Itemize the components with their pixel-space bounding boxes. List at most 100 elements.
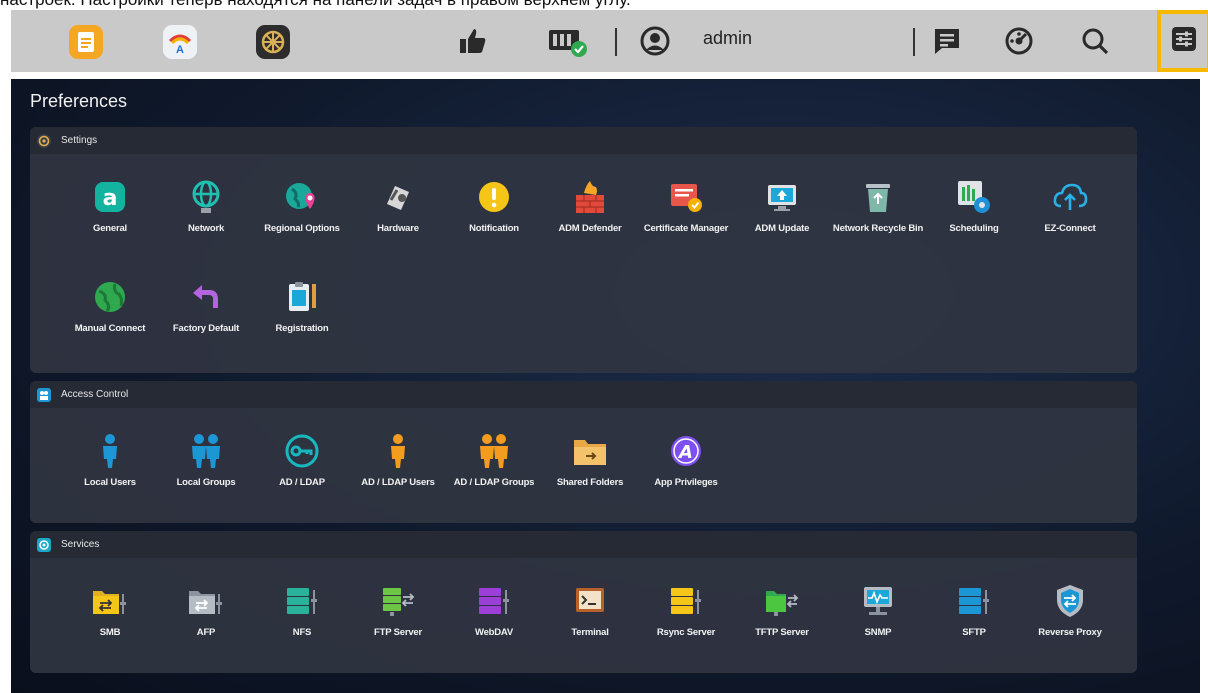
taskbar-divider	[615, 28, 617, 56]
factory-default-icon	[186, 277, 226, 317]
settings-item-network-recycle-bin[interactable]: Network Recycle Bin	[831, 177, 925, 243]
item-label: SNMP	[864, 627, 892, 638]
settings-item-hardware[interactable]: Hardware	[351, 177, 445, 243]
settings-item-adm-update[interactable]: ADM Update	[735, 177, 829, 243]
adm-defender-icon	[570, 177, 610, 217]
access-control-panel: Access Control Local Users Local Groups …	[30, 381, 1137, 523]
settings-item-network[interactable]: Network	[159, 177, 253, 243]
smb-icon	[90, 581, 130, 621]
access-item-shared-folders[interactable]: Shared Folders	[543, 431, 637, 497]
network-icon	[186, 177, 226, 217]
item-label: AD / LDAP Users	[361, 477, 435, 488]
item-label: Regional Options	[264, 223, 340, 234]
access-control-header-label: Access Control	[61, 389, 129, 400]
access-item-ad-ldap-users[interactable]: AD / LDAP Users	[351, 431, 445, 497]
settings-item-ez-connect[interactable]: EZ-Connect	[1023, 177, 1117, 243]
file-note-app-icon[interactable]	[69, 25, 103, 59]
gear-icon	[37, 133, 51, 148]
user-name[interactable]: admin	[703, 28, 752, 49]
terminal-icon	[570, 581, 610, 621]
services-icon	[37, 537, 51, 552]
preferences-icon	[1170, 25, 1198, 58]
services-item-smb[interactable]: SMB	[63, 581, 157, 647]
ad-ldap-groups-icon	[474, 431, 514, 471]
services-item-snmp[interactable]: SNMP	[831, 581, 925, 647]
ftp-server-icon	[378, 581, 418, 621]
access-item-ad-ldap-groups[interactable]: AD / LDAP Groups	[447, 431, 541, 497]
taskbar: A admin	[11, 10, 1208, 72]
access-item-local-users[interactable]: Local Users	[63, 431, 157, 497]
access-control-icon	[37, 387, 51, 402]
storage-status-icon[interactable]	[543, 24, 593, 58]
services-item-afp[interactable]: AFP	[159, 581, 253, 647]
services-item-ftp-server[interactable]: FTP Server	[351, 581, 445, 647]
regional-options-icon	[282, 177, 322, 217]
services-item-reverse-proxy[interactable]: Reverse Proxy	[1023, 581, 1117, 647]
message-icon[interactable]	[929, 24, 965, 58]
thumbs-up-icon[interactable]	[454, 24, 490, 58]
ad-ldap-users-icon	[378, 431, 418, 471]
item-label: EZ-Connect	[1044, 223, 1096, 234]
settings-header: Settings	[30, 127, 1137, 154]
services-header: Services	[30, 531, 1137, 558]
rsync-server-icon	[666, 581, 706, 621]
settings-item-factory-default[interactable]: Factory Default	[159, 277, 253, 343]
access-control-header: Access Control	[30, 381, 1137, 408]
access-item-ad-ldap[interactable]: AD / LDAP	[255, 431, 349, 497]
wheel-app-icon[interactable]	[256, 25, 290, 59]
services-item-terminal[interactable]: Terminal	[543, 581, 637, 647]
registration-icon	[282, 277, 322, 317]
settings-item-registration[interactable]: Registration	[255, 277, 349, 343]
item-label: Rsync Server	[656, 627, 716, 638]
settings-item-scheduling[interactable]: Scheduling	[927, 177, 1021, 243]
services-item-sftp[interactable]: SFTP	[927, 581, 1021, 647]
dashboard-icon[interactable]	[1001, 24, 1037, 58]
settings-header-label: Settings	[61, 135, 98, 146]
ad-ldap-icon	[282, 431, 322, 471]
settings-item-manual-connect[interactable]: Manual Connect	[63, 277, 157, 343]
preferences-window: Preferences Settings a General Network R…	[11, 79, 1200, 693]
access-item-local-groups[interactable]: Local Groups	[159, 431, 253, 497]
caption-text: настроек. Настройки теперь находятся на …	[0, 0, 1208, 9]
item-label: AFP	[196, 627, 216, 638]
services-item-nfs[interactable]: NFS	[255, 581, 349, 647]
item-label: Factory Default	[172, 323, 240, 334]
services-panel: Services SMB AFP NFS FTP Server WebDAV T…	[30, 531, 1137, 673]
item-label: Local Groups	[176, 477, 236, 488]
item-label: App Privileges	[654, 477, 718, 488]
app-central-icon[interactable]: A	[163, 25, 197, 59]
user-avatar-icon[interactable]	[637, 24, 673, 58]
services-item-tftp-server[interactable]: TFTP Server	[735, 581, 829, 647]
snmp-icon	[858, 581, 898, 621]
item-label: Certificate Manager	[643, 223, 729, 234]
item-label: General	[93, 223, 127, 234]
taskbar-divider	[913, 28, 915, 56]
item-label: AD / LDAP Groups	[453, 477, 535, 488]
preferences-button[interactable]	[1157, 10, 1208, 72]
item-label: Terminal	[571, 627, 609, 638]
search-icon[interactable]	[1077, 24, 1113, 58]
webdav-icon	[474, 581, 514, 621]
item-label: Hardware	[377, 223, 419, 234]
manual-connect-icon	[90, 277, 130, 317]
settings-item-adm-defender[interactable]: ADM Defender	[543, 177, 637, 243]
settings-item-certificate-manager[interactable]: Certificate Manager	[639, 177, 733, 243]
settings-item-general[interactable]: a General	[63, 177, 157, 243]
access-item-app-privileges[interactable]: A App Privileges	[639, 431, 733, 497]
settings-item-notification[interactable]: Notification	[447, 177, 541, 243]
item-label: Network Recycle Bin	[832, 223, 924, 234]
services-item-rsync-server[interactable]: Rsync Server	[639, 581, 733, 647]
item-label: Shared Folders	[556, 477, 624, 488]
hardware-icon	[378, 177, 418, 217]
item-label: SMB	[99, 627, 121, 638]
settings-item-regional-options[interactable]: Regional Options	[255, 177, 349, 243]
services-item-webdav[interactable]: WebDAV	[447, 581, 541, 647]
local-users-icon	[90, 431, 130, 471]
preferences-title: Preferences	[30, 91, 128, 111]
item-label: ADM Defender	[558, 223, 622, 234]
local-groups-icon	[186, 431, 226, 471]
item-label: TFTP Server	[755, 627, 809, 638]
scheduling-icon	[954, 177, 994, 217]
svg-text:A: A	[677, 442, 693, 463]
item-label: Reverse Proxy	[1038, 627, 1102, 638]
